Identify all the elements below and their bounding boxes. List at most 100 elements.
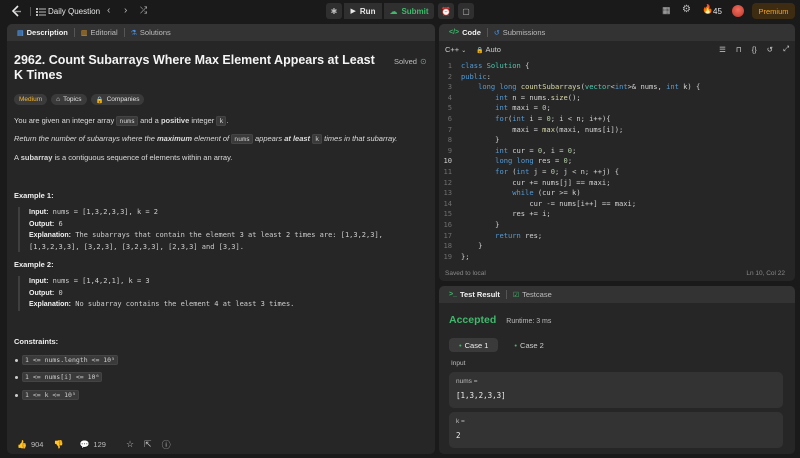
star-icon[interactable]: ☆ (126, 439, 134, 450)
constraint-3: 1 <= k <= 10⁵ (22, 390, 79, 400)
tab-solutions[interactable]: ⚗ Solutions (127, 24, 175, 41)
code-text: for(int i = 0; i < n; i++){ (495, 113, 611, 123)
example-1-input-label: Input: (29, 209, 49, 216)
tab-test-result[interactable]: >_ Test Result (445, 286, 504, 303)
line-number: 7 (447, 124, 452, 134)
case-1-tab[interactable]: • Case 1 (449, 338, 499, 352)
solved-status: Solved ⊙ (394, 57, 427, 66)
problem-list-icon[interactable] (33, 4, 49, 20)
code-text: } (461, 135, 500, 145)
editor-toolbar: C++ ⌄ 🔒 Auto ☰ ⊓ {} ↺ ⤢ (439, 41, 795, 57)
settings-gear-icon[interactable]: ⚙ (682, 4, 691, 15)
chevron-down-icon: ⌄ (461, 47, 467, 54)
shuffle-icon[interactable]: ⤮ (140, 5, 147, 16)
submit-button[interactable]: ☁ Submit (384, 3, 434, 19)
code-line[interactable]: 4 int n = nums.size(); (439, 93, 795, 104)
code-text: int n = nums.size(); (495, 92, 581, 102)
language-label: C++ (445, 44, 460, 54)
line-number: 9 (447, 145, 452, 155)
tab-code[interactable]: </> Code (445, 24, 485, 41)
layout-grid-icon[interactable]: ▦ (662, 5, 671, 16)
code-line[interactable]: 14 cur -= nums[i++] == maxi; (439, 199, 795, 210)
history-icon: ↺ (493, 29, 500, 37)
code-line[interactable]: 9 int cur = 0, i = 0; (439, 146, 795, 157)
tab-editorial[interactable]: ▥ Editorial (77, 24, 122, 41)
code-line[interactable]: 19}; (439, 252, 795, 263)
bullet-dot (15, 375, 18, 379)
code-line[interactable]: 13 while (cur >= k) (439, 188, 795, 199)
leetcode-logo-icon[interactable] (9, 4, 24, 19)
flame-streak-icon[interactable]: 🔥 (702, 4, 713, 15)
example-1-output: 6 (58, 219, 63, 228)
problem-title[interactable]: 2962. Count Subarrays Where Max Element … (14, 53, 384, 83)
line-number: 16 (443, 219, 452, 229)
intro-paragraph: You are given an integer array nums and … (14, 115, 228, 127)
code-line[interactable]: 5 int maxi = 0; (439, 103, 795, 114)
code-line[interactable]: 6 for(int i = 0; i < n; i++){ (439, 114, 795, 125)
companies-button[interactable]: 🔒 Companies (90, 94, 145, 105)
tab-description-label: Description (26, 28, 68, 37)
format-icon[interactable]: ☰ (719, 45, 726, 54)
reset-icon[interactable]: ↺ (767, 45, 773, 54)
subarray-pre: A (14, 153, 19, 162)
param-k-name: k = (456, 418, 465, 425)
code-line[interactable]: 10 long long res = 0; (439, 156, 795, 167)
line-number: 10 (443, 156, 452, 166)
example-1-block: Input: nums = [1,3,2,3,3], k = 2 Output:… (18, 207, 383, 252)
comment-icon[interactable]: 💬 (79, 440, 89, 449)
code-line[interactable]: 3 long long countSubarrays(vector<int>& … (439, 82, 795, 93)
case-2-tab[interactable]: • Case 2 (504, 338, 553, 352)
difficulty-badge: Medium (14, 94, 48, 105)
code-line[interactable]: 2 public: (439, 72, 795, 83)
code-editor[interactable]: 1 class Solution {2 public: 3 long long cou… (439, 61, 795, 262)
code-line[interactable]: 12 cur += nums[j] == maxi; (439, 178, 795, 189)
code-text: public: (461, 71, 491, 81)
code-line[interactable]: 11 for (int j = 0; j < n; ++j) { (439, 167, 795, 178)
code-panel: </> Code ↺ Submissions C++ ⌄ 🔒 Auto ☰ ⊓ … (439, 24, 795, 281)
case-dot: • (514, 340, 518, 350)
notes-button[interactable]: ▢ (458, 3, 474, 19)
code-line[interactable]: 15 res += i; (439, 209, 795, 220)
bookmark-icon[interactable]: ⊓ (736, 45, 742, 54)
code-text: int maxi = 0; (495, 103, 551, 113)
prev-problem-chevron-icon[interactable]: ‹ (107, 5, 110, 16)
code-line[interactable]: 8 } (439, 135, 795, 146)
play-icon: ▶ (350, 8, 356, 15)
code-text: } (461, 241, 483, 251)
line-number: 4 (447, 92, 452, 102)
code-line[interactable]: 16 } (439, 220, 795, 231)
topics-button[interactable]: ⌂ Topics (51, 94, 87, 105)
tab-testcase[interactable]: ☑ Testcase (509, 286, 556, 303)
tab-divider (486, 28, 488, 37)
debug-button[interactable]: ✱ (326, 3, 342, 19)
intro-code-nums: nums (116, 116, 138, 126)
thumbs-down-icon[interactable]: 👎 (53, 440, 63, 449)
example-2-input-label: Input: (29, 278, 49, 285)
code-line[interactable]: 1 class Solution { (439, 61, 795, 72)
language-select[interactable]: C++ ⌄ (445, 45, 466, 54)
alarm-icon: ⏰ (441, 6, 451, 16)
braces-icon[interactable]: {} (752, 45, 757, 54)
premium-button[interactable]: Premium (752, 3, 795, 19)
return-text-1: Return the number of subarrays where the (14, 134, 155, 143)
intro-code-k: k (216, 116, 227, 126)
problem-list-label[interactable]: Daily Question (48, 7, 100, 16)
fullscreen-icon[interactable]: ⤢ (783, 44, 789, 54)
tab-submissions-label: Submissions (502, 28, 546, 37)
timer-button[interactable]: ⏰ (438, 3, 454, 19)
code-line[interactable]: 7 maxi = max(maxi, nums[i]); (439, 125, 795, 136)
tab-description[interactable]: ▤ Description (13, 24, 72, 41)
help-icon[interactable]: ⓘ (162, 438, 171, 451)
example-1-output-label: Output: (29, 220, 55, 228)
avatar[interactable] (732, 5, 744, 17)
run-button[interactable]: ▶ Run (344, 3, 382, 19)
next-problem-chevron-icon[interactable]: › (124, 5, 127, 16)
constraint-item: 1 <= nums.length <= 10⁵ (15, 355, 119, 365)
code-line[interactable]: 18 } (439, 241, 795, 252)
share-icon[interactable]: ⇱ (144, 439, 152, 450)
tab-submissions[interactable]: ↺ Submissions (490, 24, 549, 41)
topics-label: Topics (63, 96, 82, 103)
thumbs-up-icon[interactable]: 👍 (17, 440, 27, 449)
auto-mode[interactable]: 🔒 Auto (476, 45, 501, 54)
code-line[interactable]: 17 return res; (439, 231, 795, 242)
